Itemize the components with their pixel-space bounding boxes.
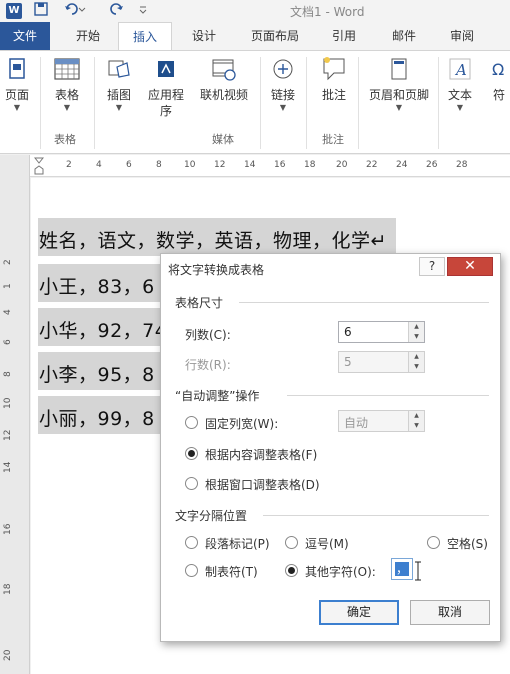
tab-design[interactable]: 设计 [180, 22, 228, 50]
fit-window-label[interactable]: 根据窗口调整表格(D) [205, 476, 320, 493]
table-button[interactable]: 表格 ▼ [46, 55, 88, 113]
sep-tab-radio[interactable] [185, 564, 198, 577]
text-icon: A [449, 58, 471, 80]
spin-down-icon: ▼ [408, 421, 424, 431]
redo-icon[interactable] [108, 2, 124, 20]
apps-icon [158, 61, 174, 77]
spin-up-icon: ▲ [408, 352, 424, 362]
fixed-width-radio[interactable] [185, 416, 198, 429]
ribbon-insert: 页面 ▼ 表格 ▼ 表格 插图 ▼ 应用程 序 联机视频 媒体 链接 ▼ 批注 … [0, 50, 510, 154]
links-button[interactable]: 链接 ▼ [266, 55, 300, 113]
table-icon [54, 58, 80, 80]
illustrations-button[interactable]: 插图 ▼ [102, 55, 136, 113]
other-char-value: ， [395, 562, 409, 576]
sep-comma-radio[interactable] [285, 536, 298, 549]
section-table-size: 表格尺寸 [175, 296, 224, 310]
vertical-ruler[interactable]: 1 2 4 6 8 10 12 14 16 18 20 [0, 155, 30, 674]
comment-icon [323, 57, 345, 81]
pages-button[interactable]: 页面 ▼ [2, 55, 32, 113]
online-video-button[interactable]: 联机视频 [194, 55, 254, 103]
columns-stepper[interactable]: 6 ▲ ▼ [338, 321, 425, 343]
columns-label: 列数(C): [185, 328, 231, 342]
text-button[interactable]: A 文本 ▼ [444, 55, 476, 113]
spin-up-icon: ▲ [408, 411, 424, 421]
document-line[interactable]: 小王，83，6 [39, 272, 155, 299]
dialog-title-bar[interactable]: 将文字转换成表格 ? ✕ [161, 254, 500, 284]
word-logo-icon: W [6, 3, 22, 19]
fit-content-label[interactable]: 根据内容调整表格(F) [205, 446, 317, 463]
help-button[interactable]: ? [419, 257, 445, 276]
customize-toolbar-icon[interactable] [138, 2, 148, 20]
svg-text:Ω: Ω [492, 60, 504, 79]
sep-space-label[interactable]: 空格(S) [447, 535, 488, 552]
save-icon[interactable] [34, 2, 48, 20]
group-label-comments: 批注 [322, 133, 344, 146]
rows-label: 行数(R): [185, 358, 231, 372]
document-line[interactable]: 小华，92，74 [39, 316, 167, 343]
horizontal-ruler[interactable]: 2 4 6 8 10 12 14 16 18 20 22 24 26 28 [30, 155, 510, 177]
title-bar: W 文档1 - Word [0, 0, 510, 22]
other-char-input[interactable]: ， [391, 558, 413, 580]
convert-text-to-table-dialog: 将文字转换成表格 ? ✕ 表格尺寸 列数(C): 6 ▲ ▼ 行数(R): 5 … [160, 253, 501, 642]
tab-insert[interactable]: 插入 [118, 22, 172, 51]
sep-other-radio[interactable] [285, 564, 298, 577]
group-label-tables: 表格 [54, 133, 76, 146]
ok-button[interactable]: 确定 [319, 600, 399, 625]
spin-up-icon[interactable]: ▲ [408, 322, 424, 332]
header-footer-button[interactable]: 页眉和页脚 ▼ [364, 55, 434, 113]
sep-paragraph-label[interactable]: 段落标记(P) [205, 535, 270, 552]
page-icon [9, 58, 25, 79]
sep-comma-label[interactable]: 逗号(M) [305, 535, 349, 552]
cancel-button[interactable]: 取消 [410, 600, 490, 625]
group-label-media: 媒体 [212, 133, 234, 146]
symbols-button[interactable]: Ω 符 [488, 55, 510, 103]
spin-down-icon: ▼ [408, 362, 424, 372]
apps-button[interactable]: 应用程 序 [146, 55, 186, 119]
document-line[interactable]: 姓名，语文，数学，英语，物理，化学↵ [39, 226, 387, 253]
link-icon [273, 59, 293, 79]
tab-page-layout[interactable]: 页面布局 [240, 22, 310, 50]
sep-paragraph-radio[interactable] [185, 536, 198, 549]
fit-window-radio[interactable] [185, 477, 198, 490]
illustration-icon [108, 60, 130, 78]
ribbon-tabs: 文件 开始 插入 设计 页面布局 引用 邮件 审阅 [0, 22, 510, 51]
tab-home[interactable]: 开始 [64, 22, 112, 50]
sep-other-label[interactable]: 其他字符(O): [305, 563, 376, 580]
indent-marker-icon[interactable] [34, 157, 44, 175]
undo-icon[interactable] [64, 2, 86, 20]
dialog-title: 将文字转换成表格 [168, 263, 265, 277]
close-button[interactable]: ✕ [447, 257, 493, 276]
rows-stepper: 5 ▲ ▼ [338, 351, 425, 373]
tab-review[interactable]: 审阅 [438, 22, 486, 50]
spin-down-icon[interactable]: ▼ [408, 332, 424, 342]
header-footer-icon [391, 58, 407, 80]
text-cursor-icon [415, 561, 421, 581]
symbol-icon: Ω [492, 60, 504, 79]
section-separator: 文字分隔位置 [175, 509, 248, 523]
sep-space-radio[interactable] [427, 536, 440, 549]
section-autofit: “自动调整”操作 [175, 389, 260, 403]
tab-references[interactable]: 引用 [320, 22, 368, 50]
sep-tab-label[interactable]: 制表符(T) [205, 563, 258, 580]
fixed-width-label: 固定列宽(W): [205, 417, 279, 431]
fit-content-radio[interactable] [185, 447, 198, 460]
fixed-width-stepper: 自动 ▲ ▼ [338, 410, 425, 432]
tab-mailings[interactable]: 邮件 [380, 22, 428, 50]
window-title: 文档1 - Word [290, 5, 365, 19]
document-line[interactable]: 小李，95，8 [39, 360, 155, 387]
video-icon [212, 59, 236, 81]
svg-text:A: A [454, 61, 467, 79]
document-line[interactable]: 小丽，99，8 [39, 404, 155, 431]
tab-file[interactable]: 文件 [0, 22, 50, 50]
comment-button[interactable]: 批注 [314, 55, 354, 103]
